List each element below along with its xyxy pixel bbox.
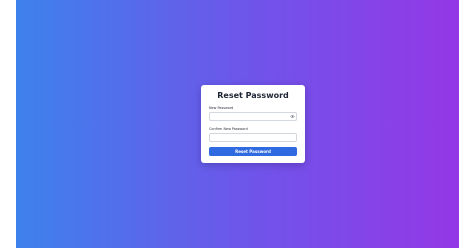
reset-password-button[interactable]: Reset Password [209, 147, 297, 156]
reset-password-card: Reset Password New Password Confirm New … [201, 85, 305, 163]
page-title: Reset Password [217, 91, 289, 100]
confirm-password-field[interactable] [209, 133, 297, 142]
eye-icon[interactable] [289, 114, 295, 119]
new-password-field[interactable] [209, 111, 297, 121]
gradient-background: Reset Password New Password Confirm New … [16, 0, 459, 248]
confirm-password-label: Confirm New Password [209, 127, 248, 131]
new-password-label: New Password [209, 105, 234, 110]
